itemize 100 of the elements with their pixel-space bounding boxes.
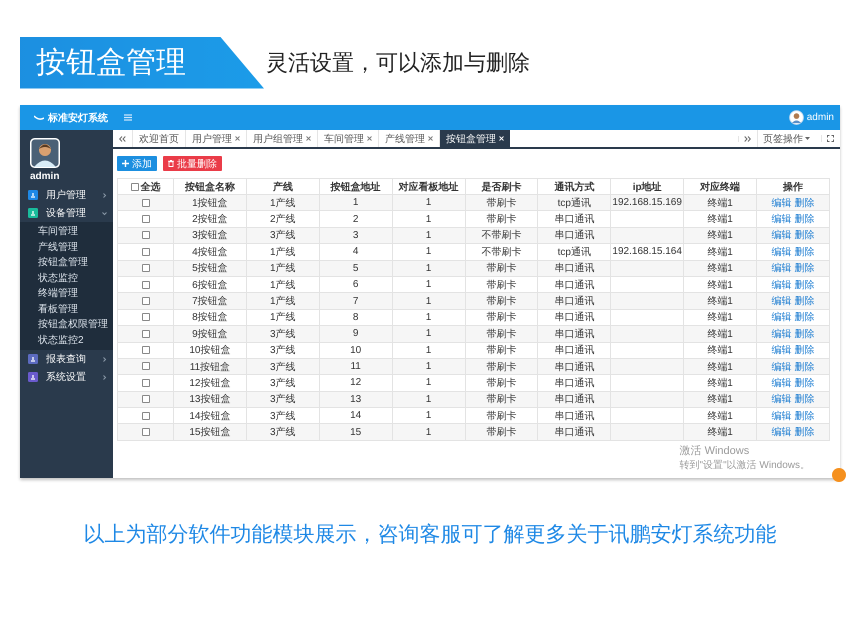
tab[interactable]: 用户组管理 [246, 130, 317, 147]
edit-link[interactable]: 编辑 [772, 343, 792, 358]
row-checkbox[interactable] [142, 412, 150, 420]
table-cell: 带刷卡 [465, 260, 538, 276]
table-cell: 终端1 [684, 260, 756, 276]
table-cell: 串口通讯 [538, 358, 611, 375]
row-checkbox[interactable] [142, 313, 150, 322]
table-cell: 7按钮盒 [174, 292, 246, 310]
banner-title: 按钮盒管理 [20, 36, 264, 88]
row-checkbox[interactable] [142, 214, 150, 223]
table-cell: 终端1 [684, 210, 756, 228]
table-cell: 终端1 [684, 358, 756, 375]
edit-link[interactable]: 编辑 [772, 376, 792, 390]
row-checkbox[interactable] [142, 395, 150, 404]
edit-link[interactable]: 编辑 [772, 425, 792, 440]
delete-link[interactable]: 删除 [794, 310, 814, 324]
edit-link[interactable]: 编辑 [772, 408, 792, 423]
edit-link[interactable]: 编辑 [772, 244, 792, 259]
delete-link[interactable]: 删除 [794, 360, 814, 374]
floating-badge[interactable] [832, 468, 846, 482]
edit-link[interactable]: 编辑 [772, 310, 792, 324]
table-cell: 终端1 [684, 194, 756, 211]
table-cell: 10 [319, 342, 392, 358]
delete-link[interactable]: 删除 [794, 278, 814, 292]
table-cell: 3产线 [246, 326, 320, 342]
fullscreen-icon[interactable] [821, 135, 834, 142]
table-cell: 1 [392, 244, 465, 260]
row-checkbox[interactable] [142, 198, 150, 207]
table-cell: 1 [392, 342, 465, 358]
row-checkbox[interactable] [142, 280, 150, 288]
sidebar-subitem[interactable]: 车间管理 [20, 224, 113, 240]
scroll-right-icon[interactable] [738, 136, 751, 142]
edit-link[interactable]: 编辑 [772, 278, 792, 292]
edit-link[interactable]: 编辑 [772, 196, 792, 210]
avatar-icon[interactable] [788, 110, 804, 125]
table-cell: 1 [392, 358, 465, 375]
table-cell: 192.168.15.169 [610, 194, 684, 211]
edit-link[interactable]: 编辑 [772, 212, 792, 226]
row-checkbox[interactable] [142, 428, 150, 436]
sidebar-item[interactable]: 用户管理 [20, 186, 113, 204]
edit-link[interactable]: 编辑 [772, 228, 792, 242]
table-cell: 3产线 [246, 391, 320, 408]
row-checkbox[interactable] [142, 231, 150, 240]
sidebar-subitem[interactable]: 产线管理 [20, 240, 113, 255]
sidebar-subitem[interactable]: 按钮盒管理 [20, 255, 113, 270]
delete-link[interactable]: 删除 [794, 244, 814, 259]
table-cell: 2 [319, 210, 392, 228]
delete-link[interactable]: 删除 [794, 425, 814, 440]
delete-link[interactable]: 删除 [794, 408, 814, 423]
row-checkbox[interactable] [142, 330, 150, 338]
delete-link[interactable]: 删除 [794, 196, 814, 210]
table-cell: 带刷卡 [465, 424, 538, 440]
tab[interactable]: 欢迎首页 [132, 130, 185, 147]
sidebar-subitem[interactable]: 状态监控 [20, 270, 113, 286]
table-cell: 1 [392, 374, 465, 392]
row-checkbox[interactable] [142, 296, 150, 305]
batch-delete-button[interactable]: 批量删除 [163, 156, 222, 171]
sidebar-subitem[interactable]: 状态监控2 [20, 332, 113, 348]
table-cell: tcp通讯 [538, 194, 611, 211]
row-checkbox[interactable] [142, 378, 150, 387]
menu-icon[interactable] [124, 114, 132, 121]
edit-link[interactable]: 编辑 [772, 294, 792, 308]
table-cell: 带刷卡 [465, 391, 538, 408]
row-checkbox[interactable] [142, 362, 150, 370]
delete-link[interactable]: 删除 [794, 376, 814, 390]
edit-link[interactable]: 编辑 [772, 326, 792, 341]
sidebar-subitem[interactable]: 看板管理 [20, 302, 113, 317]
sidebar-item[interactable]: 系统设置 [20, 368, 113, 386]
banner-subtitle: 灵活设置，可以添加与删除 [266, 48, 530, 76]
tab[interactable]: 车间管理 [317, 130, 378, 147]
table-cell: 串口通讯 [538, 210, 611, 228]
table-cell: 1产线 [246, 292, 320, 310]
delete-link[interactable]: 删除 [794, 343, 814, 358]
delete-link[interactable]: 删除 [794, 212, 814, 226]
edit-link[interactable]: 编辑 [772, 261, 792, 276]
delete-link[interactable]: 删除 [794, 228, 814, 242]
delete-link[interactable]: 删除 [794, 326, 814, 341]
scroll-left-icon[interactable] [119, 136, 126, 142]
table-cell: 带刷卡 [465, 210, 538, 228]
sidebar-item[interactable]: 报表查询 [20, 350, 113, 368]
edit-link[interactable]: 编辑 [772, 392, 792, 406]
tab[interactable]: 用户管理 [185, 130, 246, 147]
row-checkbox[interactable] [142, 248, 150, 256]
edit-link[interactable]: 编辑 [772, 360, 792, 374]
caret-icon [805, 137, 810, 140]
sidebar-item[interactable]: 设备管理 [20, 204, 113, 222]
table-cell: 4按钮盒 [174, 244, 246, 260]
row-checkbox[interactable] [142, 346, 150, 354]
delete-link[interactable]: 删除 [794, 392, 814, 406]
delete-link[interactable]: 删除 [794, 261, 814, 276]
row-checkbox[interactable] [142, 264, 150, 272]
user-name[interactable]: admin [806, 112, 834, 123]
table-cell: 5按钮盒 [174, 260, 246, 276]
sidebar-subitem[interactable]: 按钮盒权限管理 [20, 317, 113, 332]
sidebar-subitem[interactable]: 终端管理 [20, 286, 113, 302]
trash-icon [168, 160, 174, 167]
app-title: 标准安灯系统 [48, 111, 108, 124]
add-button[interactable]: 添加 [117, 156, 157, 171]
tab[interactable]: 按钮盒管理 [439, 130, 510, 147]
delete-link[interactable]: 删除 [794, 294, 814, 308]
